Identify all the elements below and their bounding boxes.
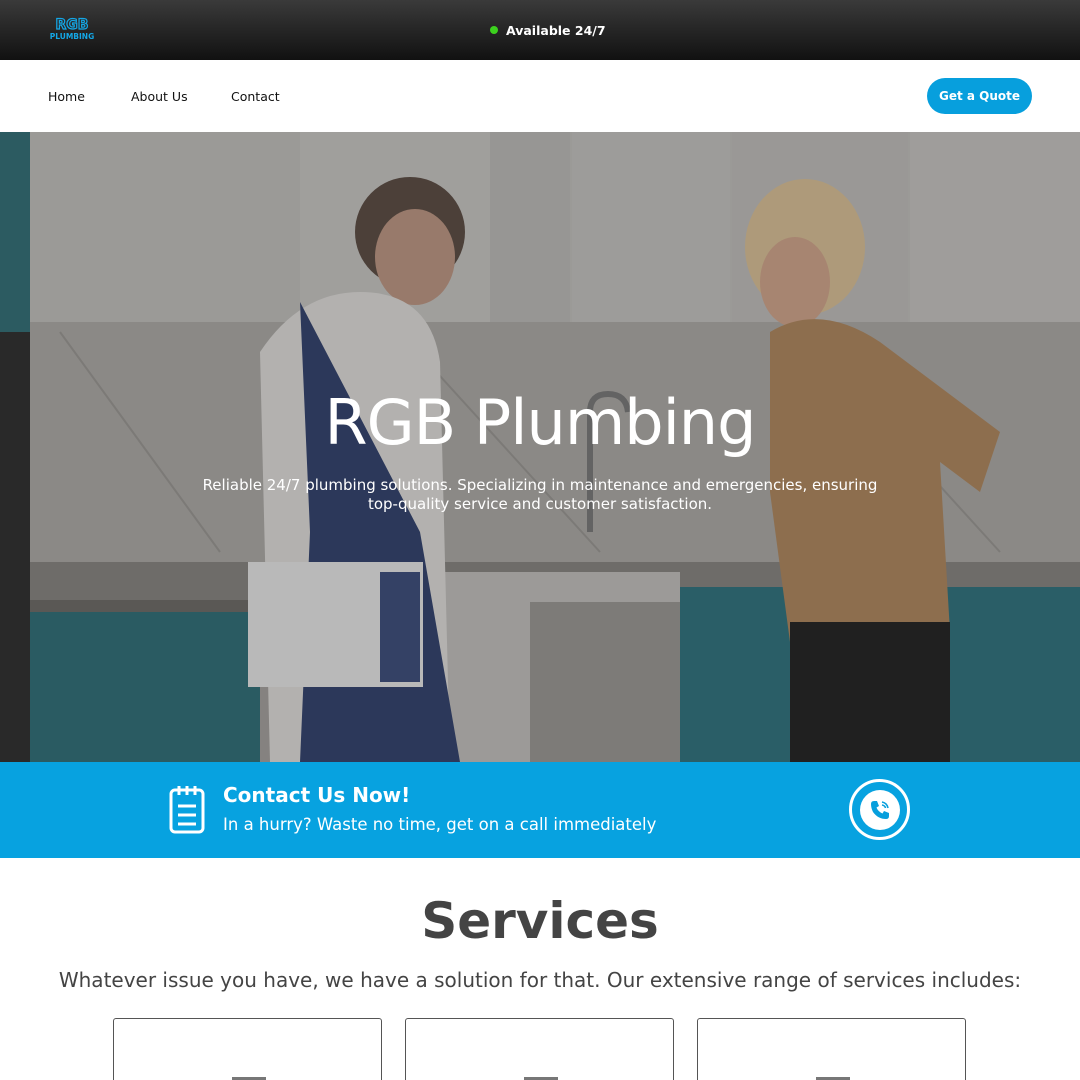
logo[interactable]: RGB PLUMBING (47, 15, 97, 43)
hero-title: RGB Plumbing (324, 386, 757, 459)
contact-banner: Contact Us Now! In a hurry? Waste no tim… (0, 762, 1080, 858)
availability-indicator: Available 24/7 (490, 22, 606, 38)
contact-banner-subtitle: In a hurry? Waste no time, get on a call… (223, 815, 657, 834)
hero-section: RGB Plumbing Reliable 24/7 plumbing solu… (0, 132, 1080, 762)
service-card[interactable] (405, 1018, 674, 1080)
nav-item-about-us[interactable]: About Us (131, 89, 188, 104)
get-a-quote-button[interactable]: Get a Quote (927, 78, 1032, 114)
main-nav: Home About Us Contact Get a Quote (0, 60, 1080, 132)
call-button[interactable] (849, 779, 910, 840)
logo-text: RGB (56, 17, 89, 33)
nav-item-contact[interactable]: Contact (231, 89, 280, 104)
hero-subtitle: Reliable 24/7 plumbing solutions. Specia… (202, 476, 878, 513)
availability-text: Available 24/7 (506, 22, 606, 38)
services-title: Services (421, 892, 659, 950)
phone-icon (859, 789, 900, 830)
service-card[interactable] (697, 1018, 966, 1080)
clipboard-icon (169, 786, 205, 834)
top-bar: RGB PLUMBING Available 24/7 (0, 0, 1080, 60)
logo-subtext: PLUMBING (50, 32, 95, 41)
nav-item-home[interactable]: Home (48, 89, 85, 104)
contact-banner-title: Contact Us Now! (223, 783, 411, 807)
status-dot-icon (490, 26, 498, 34)
services-subtitle: Whatever issue you have, we have a solut… (58, 968, 1022, 992)
service-card[interactable] (113, 1018, 382, 1080)
